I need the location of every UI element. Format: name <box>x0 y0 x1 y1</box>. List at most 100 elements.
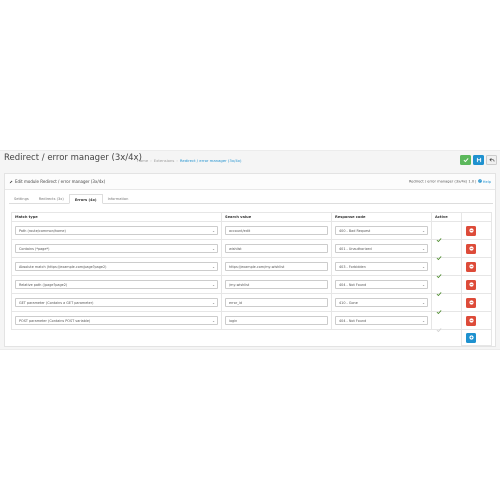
edit-panel: Edit module Redirect / error manager (3x… <box>4 173 496 347</box>
pencil-icon <box>9 180 13 183</box>
minus-circle-icon <box>468 318 474 323</box>
search-value-input[interactable]: login <box>225 316 328 325</box>
plus-circle-icon <box>468 335 474 340</box>
chevron-down-icon: ⌄ <box>212 247 215 251</box>
page-header: Redirect / error manager (3x/4x) Home › Ex… <box>0 151 500 171</box>
breadcrumb-current[interactable]: Redirect / error manager (3x/4x) <box>180 158 242 163</box>
match-type-select[interactable]: Contains (*page*) ⌄ <box>15 244 218 253</box>
tab-settings[interactable]: Settings <box>9 194 34 204</box>
response-code-select[interactable]: 400 - Bad Request ⌄ <box>335 226 428 235</box>
response-code-select[interactable]: 403 - Forbidden ⌄ <box>335 262 428 271</box>
table-footer-spacer <box>12 330 462 346</box>
active-checkbox[interactable] <box>436 318 442 332</box>
response-code-value: 403 - Forbidden <box>339 265 366 269</box>
column-header-actions <box>461 212 492 222</box>
minus-circle-icon <box>468 282 474 287</box>
tab-bar: Settings Redirects (3x) Errors (4x) Info… <box>9 194 493 204</box>
tab-redirects[interactable]: Redirects (3x) <box>34 194 69 204</box>
help-link-label: Help <box>482 179 491 184</box>
search-value-input[interactable]: /my-wishlist <box>225 280 328 289</box>
floppy-icon <box>476 157 481 163</box>
response-code-value: 404 - Not Found <box>339 319 367 323</box>
chevron-down-icon: ⌄ <box>422 229 425 233</box>
chevron-down-icon: ⌄ <box>212 229 215 233</box>
tab-information[interactable]: Information <box>103 194 134 204</box>
column-header-search-value: Search value <box>221 212 332 222</box>
match-type-select[interactable]: Absolute match (https://example.com/page… <box>15 262 218 271</box>
breadcrumb-home[interactable]: Home <box>137 158 148 163</box>
check-icon <box>436 255 442 260</box>
remove-row-button[interactable] <box>466 225 476 236</box>
match-type-select[interactable]: Path (route/common/home) ⌄ <box>15 226 218 235</box>
chevron-down-icon: ⌄ <box>422 283 425 287</box>
response-code-value: 410 - Gone <box>339 301 358 305</box>
table-row: GET parameter (Contains a GET parameter)… <box>11 293 492 314</box>
search-value-input[interactable]: wishlist <box>225 244 328 253</box>
match-type-select[interactable]: GET parameter (Contains a GET parameter)… <box>15 298 218 307</box>
search-value-input[interactable]: https://example.com/my-wishlist <box>225 262 328 271</box>
chevron-down-icon: ⌄ <box>422 301 425 305</box>
search-value-input[interactable]: account/edit <box>225 226 328 235</box>
check-icon <box>436 237 442 242</box>
response-code-value: 404 - Not Found <box>339 283 367 287</box>
version-text: Redirect / error manager (3x/4x) 1.0 | <box>408 179 477 184</box>
check-icon <box>463 158 469 163</box>
minus-circle-icon <box>468 228 474 233</box>
table-row: POST parameter (Contains POST variable) ⌄… <box>11 311 492 332</box>
remove-row-button[interactable] <box>466 279 476 290</box>
minus-circle-icon <box>468 264 474 269</box>
breadcrumb: Home › Extensions › Redirect / error manager… <box>137 158 242 163</box>
table-row: Path (route/common/home) ⌄ account/edit 4… <box>11 221 492 242</box>
apply-button[interactable] <box>473 155 484 165</box>
chevron-down-icon: ⌄ <box>212 301 215 305</box>
panel-heading: Edit module Redirect / error manager (3x… <box>5 174 495 190</box>
check-icon <box>436 327 442 332</box>
panel-version: Redirect / error manager (3x/4x) 1.0 | ?… <box>409 179 491 184</box>
question-icon: ? <box>477 179 482 183</box>
response-code-select[interactable]: 404 - Not Found ⌄ <box>335 316 428 325</box>
match-type-value: Relative path (/page?page2) <box>19 283 68 287</box>
active-checkbox[interactable] <box>436 246 442 260</box>
response-code-select[interactable]: 410 - Gone ⌄ <box>335 298 428 307</box>
match-type-select[interactable]: POST parameter (Contains POST variable) ⌄ <box>15 316 218 325</box>
table-header-row: Match type Search value Response code Ac… <box>11 212 492 222</box>
minus-circle-icon <box>468 246 474 251</box>
match-type-value: Absolute match (https://example.com/page… <box>19 265 107 269</box>
response-code-select[interactable]: 401 - Unauthorized ⌄ <box>335 244 428 253</box>
help-link[interactable]: ? Help <box>477 179 491 184</box>
chevron-down-icon: ⌄ <box>422 265 425 269</box>
match-type-value: Contains (*page*) <box>19 247 50 251</box>
chevron-down-icon: ⌄ <box>422 247 425 251</box>
check-icon <box>436 291 442 296</box>
active-checkbox[interactable] <box>436 228 442 242</box>
errors-table: Match type Search value Response code Ac… <box>11 212 492 346</box>
match-type-value: POST parameter (Contains POST variable) <box>19 319 91 323</box>
back-button[interactable] <box>486 155 497 165</box>
remove-row-button[interactable] <box>466 315 476 326</box>
reply-icon <box>488 157 494 162</box>
check-icon <box>436 273 442 278</box>
active-checkbox[interactable] <box>436 300 442 314</box>
active-checkbox[interactable] <box>436 282 442 296</box>
minus-circle-icon <box>468 300 474 305</box>
active-checkbox[interactable] <box>436 264 442 278</box>
panel-title: Edit module Redirect / error manager (3x… <box>9 179 105 184</box>
breadcrumb-extensions[interactable]: Extensions <box>154 158 175 163</box>
panel-title-text: Edit module Redirect / error manager (3x… <box>15 179 106 184</box>
match-type-value: GET parameter (Contains a GET parameter) <box>19 301 94 305</box>
breadcrumb-separator: › <box>176 158 178 163</box>
match-type-select[interactable]: Relative path (/page?page2) ⌄ <box>15 280 218 289</box>
search-value-input[interactable]: error_id <box>225 298 328 307</box>
table-row: Relative path (/page?page2) ⌄ /my-wishlis… <box>11 275 492 296</box>
remove-row-button[interactable] <box>466 297 476 308</box>
column-header-match-type: Match type <box>11 212 222 222</box>
remove-row-button[interactable] <box>466 243 476 254</box>
save-button[interactable] <box>460 155 471 165</box>
column-header-active: Active <box>431 212 462 222</box>
response-code-select[interactable]: 404 - Not Found ⌄ <box>335 280 428 289</box>
response-code-value: 400 - Bad Request <box>339 229 371 233</box>
remove-row-button[interactable] <box>466 261 476 272</box>
tab-errors[interactable]: Errors (4x) <box>68 194 103 204</box>
column-header-response-code: Response code <box>331 212 432 222</box>
add-row-button[interactable] <box>466 332 476 343</box>
